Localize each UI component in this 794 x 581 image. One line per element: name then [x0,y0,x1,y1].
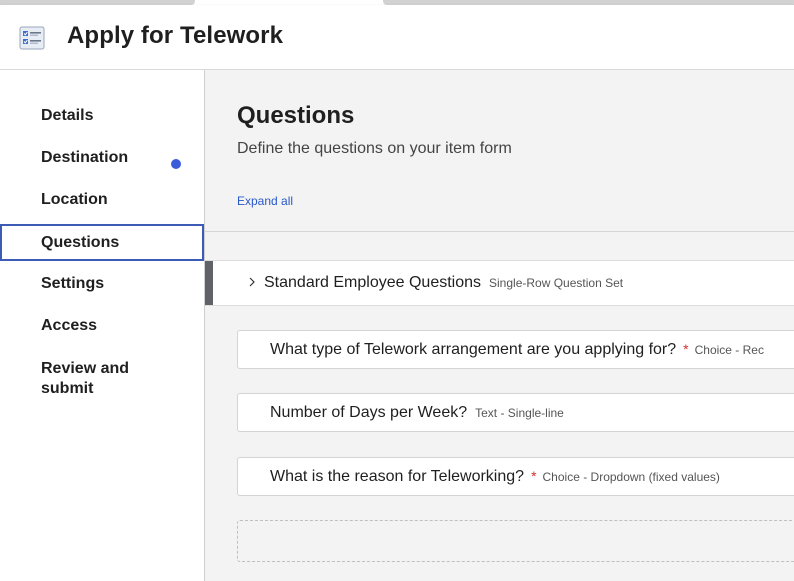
sidebar-item-questions[interactable]: Questions [0,224,204,261]
sidebar-item-details[interactable]: Details [0,107,204,125]
question-type: Choice - Rec [694,343,764,357]
page-header: Apply for Telework [0,5,794,70]
question-set-type: Single-Row Question Set [489,276,624,290]
unsaved-indicator-dot [171,159,181,169]
question-text: Number of Days per Week? [270,404,468,421]
question-line: What type of Telework arrangement are yo… [270,341,764,359]
chevron-right-icon[interactable] [247,273,257,291]
form-checklist-icon [19,26,45,50]
required-marker: * [683,341,689,357]
sidebar-item-label: Settings [41,275,105,292]
question-set-title: Standard Employee Questions [264,274,482,291]
question-line: Number of Days per Week? Text - Single-li… [270,404,564,422]
main-content: Questions Define the questions on your i… [205,70,794,581]
sidebar-item-location[interactable]: Location [0,191,204,209]
question-type: Choice - Dropdown (fixed values) [542,470,720,484]
divider [205,231,794,232]
question-card[interactable]: What type of Telework arrangement are yo… [237,330,794,369]
sidebar-item-access[interactable]: Access [0,317,204,335]
app-window: Apply for Telework Details Destination L… [0,0,794,581]
sidebar-nav: Details Destination Location Questions S… [0,70,205,581]
sidebar-item-destination[interactable]: Destination [0,149,204,169]
question-text: What is the reason for Teleworking? [270,468,525,485]
section-heading: Questions [237,102,355,129]
sidebar-item-label: Location [41,191,108,208]
question-set-row[interactable]: Standard Employee Questions Single-Row Qu… [205,260,794,306]
sidebar-item-label: Details [41,107,94,124]
sidebar-item-label: Questions [41,233,120,251]
question-type: Text - Single-line [475,406,564,420]
sidebar-item-label: Destination [41,149,129,166]
required-marker: * [531,468,537,484]
sidebar-item-label: Access [41,317,98,334]
sidebar-item-label: Review and submit [41,360,130,397]
question-set-accent-bar [205,261,213,305]
sidebar-item-settings[interactable]: Settings [0,275,204,293]
question-set-title-line: Standard Employee Questions Single-Row Qu… [264,274,623,292]
question-card[interactable]: Number of Days per Week? Text - Single-li… [237,393,794,432]
section-description: Define the questions on your item form [237,140,512,157]
question-text: What type of Telework arrangement are yo… [270,341,677,358]
question-card[interactable]: What is the reason for Teleworking? * Choi… [237,457,794,496]
sidebar-item-review-and-submit[interactable]: Review and submit [0,359,150,399]
question-line: What is the reason for Teleworking? * Choi… [270,468,720,486]
page-title: Apply for Telework [67,22,284,49]
add-question-drop-zone[interactable] [237,520,794,562]
expand-all-link[interactable]: Expand all [237,194,293,208]
